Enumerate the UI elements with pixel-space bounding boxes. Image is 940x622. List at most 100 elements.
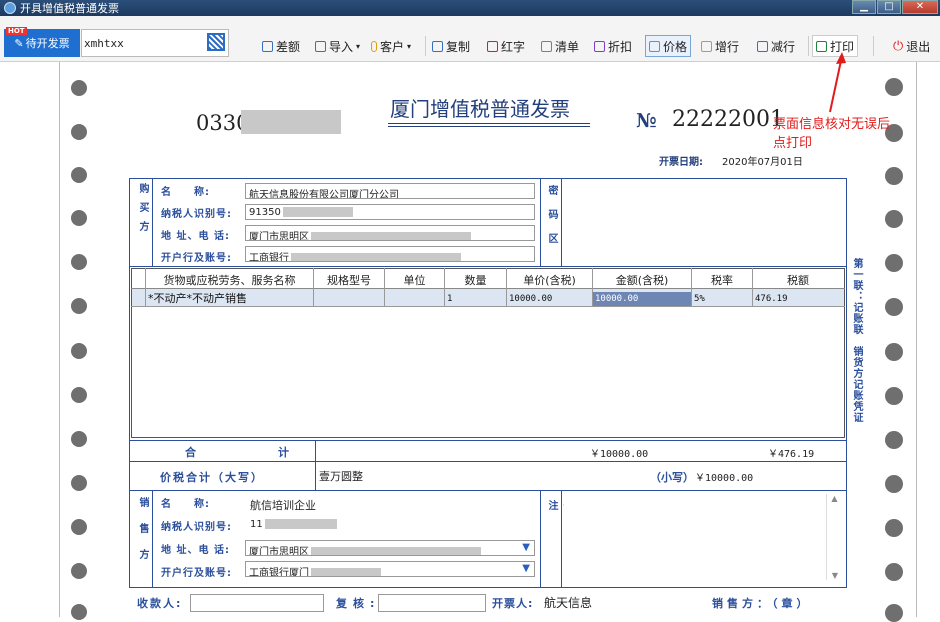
hint-arrow-icon bbox=[829, 52, 846, 113]
cell-amount[interactable]: 10000.00 bbox=[593, 292, 691, 306]
red-invoice-button[interactable]: 红字 bbox=[487, 37, 525, 55]
seller-side-label: 销售方 bbox=[137, 497, 148, 575]
payee-input[interactable] bbox=[190, 594, 324, 612]
cell-spec[interactable] bbox=[314, 292, 384, 306]
buyer-divider bbox=[152, 178, 153, 266]
diff-icon bbox=[262, 40, 273, 52]
reviewer-input[interactable] bbox=[378, 594, 486, 612]
qr-code-icon[interactable] bbox=[207, 33, 225, 51]
add-row-label: 增行 bbox=[715, 39, 740, 54]
power-icon: ⏻ bbox=[893, 38, 904, 54]
section-line bbox=[129, 461, 847, 462]
buyer-bank-value: 工商银行 bbox=[249, 253, 289, 262]
buyer-bank-field[interactable]: 工商银行 bbox=[245, 246, 535, 262]
feed-hole bbox=[885, 604, 903, 622]
print-hint-note: 票面信息核对无误后点打印 bbox=[773, 117, 891, 151]
remarks-textarea[interactable] bbox=[564, 492, 844, 586]
seller-name-value: 航信培训企业 bbox=[250, 499, 316, 512]
feed-hole bbox=[71, 298, 87, 314]
col-header-unit: 单位 bbox=[403, 274, 426, 287]
buyer-name-field[interactable]: 航天信息股份有限公司厦门分公司 bbox=[245, 183, 535, 199]
import-button[interactable]: 导入 ▾ bbox=[315, 37, 360, 55]
diff-label: 差额 bbox=[276, 39, 301, 54]
close-button[interactable]: ✕ bbox=[902, 0, 938, 14]
cell-rate[interactable]: 5% bbox=[692, 292, 752, 306]
minimize-button[interactable]: ▁ bbox=[852, 0, 876, 14]
cell-unit[interactable] bbox=[385, 292, 444, 306]
maximize-button[interactable]: □ bbox=[877, 0, 901, 14]
seller-stamp-label: 销售方：（章） bbox=[712, 597, 812, 610]
buyer-address-label: 地 址、电 话: bbox=[161, 231, 230, 242]
feed-hole bbox=[885, 519, 903, 537]
exit-button[interactable]: ⏻ 退出 bbox=[893, 37, 930, 55]
dropdown-arrow-icon[interactable]: ▼ bbox=[522, 563, 530, 574]
feed-hole bbox=[71, 519, 87, 535]
add-row-button[interactable]: 增行 bbox=[701, 37, 739, 55]
seller-address-select[interactable]: 厦门市思明区 ▼ bbox=[245, 540, 535, 556]
col-header-amount: 金额(含税) bbox=[615, 274, 669, 287]
feed-hole bbox=[885, 343, 903, 361]
delete-row-icon bbox=[757, 40, 768, 52]
feed-hole bbox=[71, 254, 87, 270]
window-titlebar: 开具增值税普通发票 ▁ □ ✕ bbox=[0, 0, 940, 16]
number-label: № bbox=[636, 110, 657, 132]
separator bbox=[873, 36, 874, 56]
feed-hole bbox=[885, 387, 903, 405]
price-label: 价格 bbox=[663, 39, 688, 54]
buyer-address-value: 厦门市思明区 bbox=[249, 232, 309, 241]
feed-hole bbox=[71, 124, 87, 140]
import-label: 导入 bbox=[329, 39, 354, 54]
total-caps-value: 壹万圆整 bbox=[319, 470, 363, 483]
edit-icon: ✎ bbox=[14, 36, 24, 50]
drawer-value: 航天信息 bbox=[544, 596, 593, 610]
cell-price[interactable]: 10000.00 bbox=[507, 292, 592, 306]
cell-tax[interactable]: 476.19 bbox=[753, 292, 843, 306]
perforation-line bbox=[916, 62, 917, 617]
scroll-down-icon[interactable]: ▼ bbox=[827, 571, 843, 580]
col-header-tax: 税额 bbox=[787, 274, 809, 287]
copy-button[interactable]: 复制 bbox=[432, 37, 470, 55]
title-underline bbox=[388, 123, 590, 124]
payee-label: 收款人: bbox=[137, 597, 183, 610]
redacted-block bbox=[241, 110, 341, 134]
buyer-taxid-label: 纳税人识别号: bbox=[161, 209, 232, 220]
buyer-taxid-field[interactable]: 91350 bbox=[245, 204, 535, 220]
import-icon bbox=[315, 40, 326, 52]
feed-hole bbox=[71, 80, 87, 96]
cell-qty[interactable]: 1 bbox=[445, 292, 506, 306]
cell-name[interactable]: *不动产*不动产销售 bbox=[146, 292, 313, 306]
drawer-label: 开票人: bbox=[492, 597, 534, 610]
feed-hole bbox=[71, 475, 87, 491]
add-row-icon bbox=[701, 40, 712, 52]
diff-button[interactable]: 差额 bbox=[262, 37, 300, 55]
total-tax: ￥476.19 bbox=[768, 449, 815, 460]
dropdown-arrow-icon[interactable]: ▼ bbox=[522, 542, 530, 553]
delete-row-button[interactable]: 减行 bbox=[757, 37, 795, 55]
feed-hole bbox=[885, 475, 903, 493]
total-small-value: ￥10000.00 bbox=[695, 473, 754, 484]
toolbar: HOT ✎ 待开发票 xmhtxx 差额 导入 ▾ 客户 ▾ 复制 红字 清单 折扣… bbox=[0, 16, 940, 62]
seller-bank-value: 工商银行厦门 bbox=[249, 568, 309, 577]
discount-icon bbox=[594, 40, 605, 52]
feed-hole bbox=[885, 78, 903, 96]
cipher-divider bbox=[540, 178, 541, 266]
separator bbox=[425, 36, 426, 56]
list-button[interactable]: 清单 bbox=[541, 37, 579, 55]
customer-icon bbox=[371, 40, 377, 52]
customer-button[interactable]: 客户 ▾ bbox=[371, 37, 411, 55]
col-header-name: 货物或应税劳务、服务名称 bbox=[163, 274, 296, 287]
pending-invoice-button[interactable]: HOT ✎ 待开发票 bbox=[4, 27, 80, 57]
scroll-up-icon[interactable]: ▲ bbox=[827, 494, 842, 503]
invoice-date: 2020年07月01日 bbox=[722, 157, 803, 168]
buyer-address-field[interactable]: 厦门市思明区 bbox=[245, 225, 535, 241]
seller-bank-select[interactable]: 工商银行厦门 ▼ bbox=[245, 561, 535, 577]
total-amount: ￥10000.00 bbox=[590, 449, 649, 460]
discount-button[interactable]: 折扣 bbox=[594, 37, 632, 55]
dropdown-arrow-icon: ▾ bbox=[407, 41, 412, 51]
discount-label: 折扣 bbox=[608, 39, 633, 54]
hot-badge: HOT bbox=[6, 27, 27, 35]
totals-divider bbox=[315, 440, 316, 490]
remarks-scrollbar[interactable]: ▲ ▼ bbox=[826, 494, 842, 580]
price-button[interactable]: 价格 bbox=[645, 35, 692, 57]
copy-label: 复制 bbox=[446, 39, 471, 54]
